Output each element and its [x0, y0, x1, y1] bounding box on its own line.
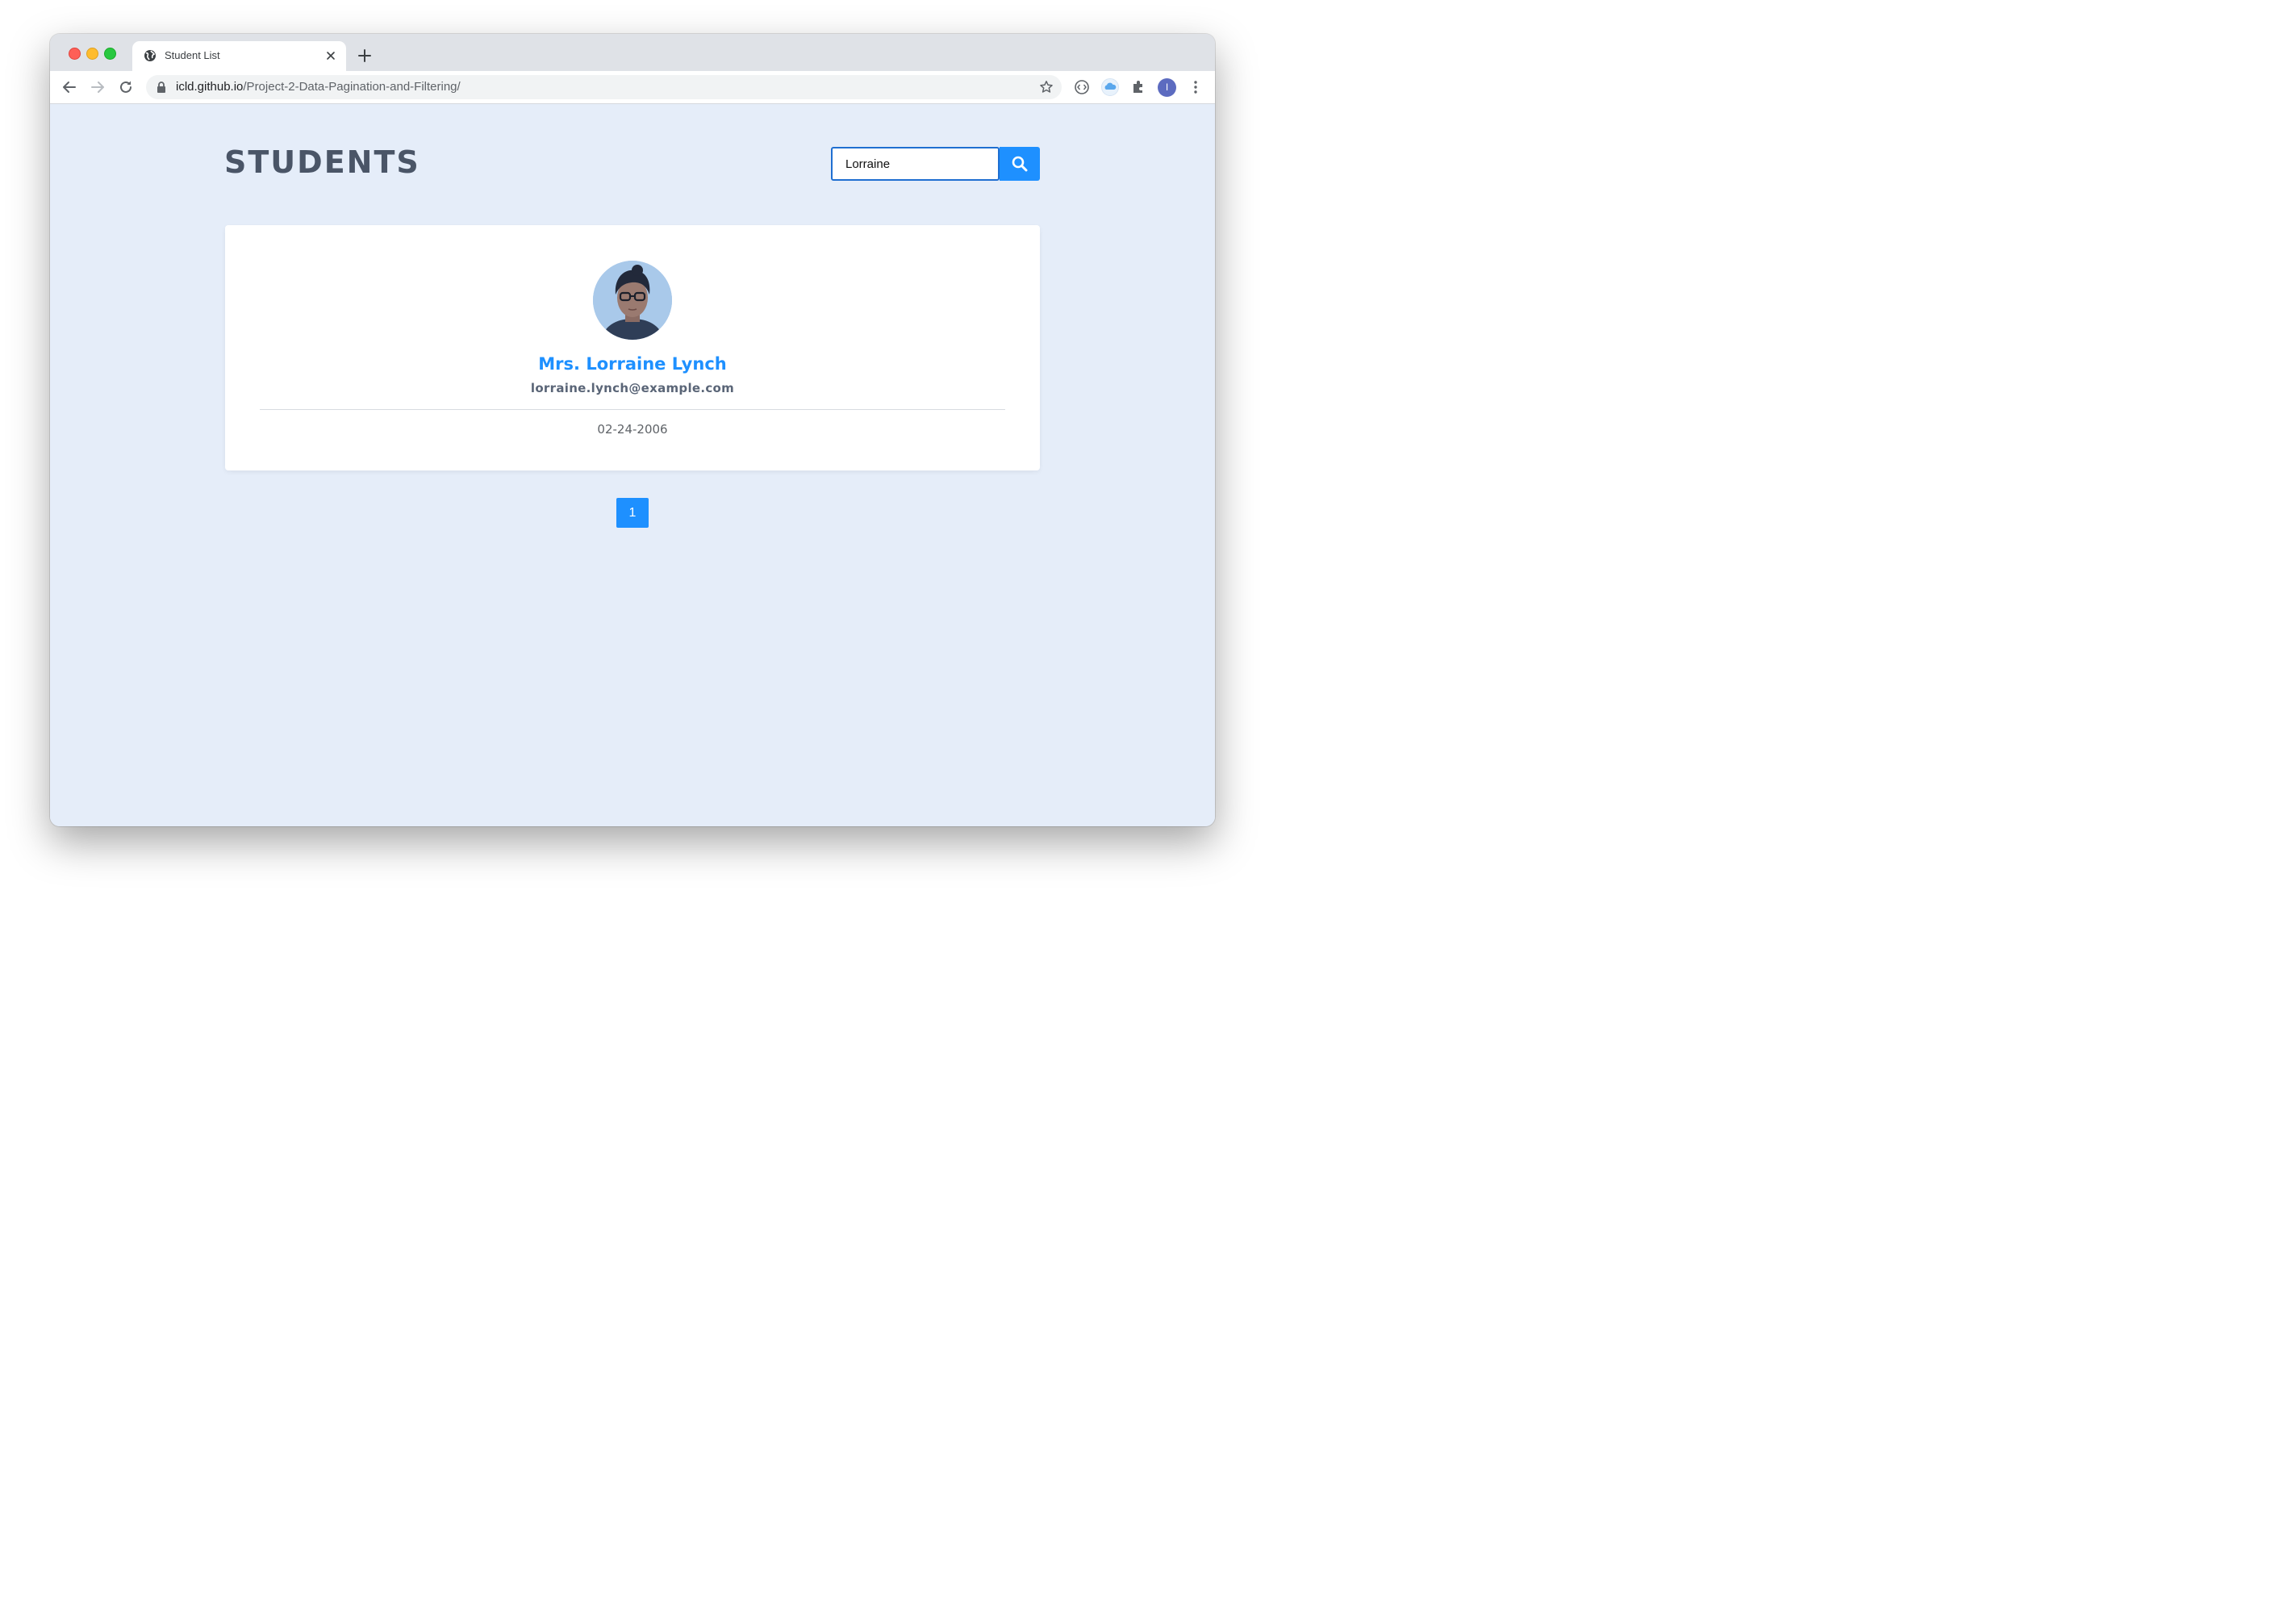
- minimize-window-button[interactable]: [86, 48, 98, 60]
- student-joined-date: 02-24-2006: [597, 422, 668, 437]
- title-bar: Student List: [50, 34, 1215, 71]
- page-content: STUDENTS Lorraine Mrs. Lorraine Lynch lo…: [50, 104, 1215, 826]
- search-button[interactable]: [1000, 147, 1040, 181]
- student-card: Mrs. Lorraine Lynch lorraine.lynch@examp…: [225, 225, 1040, 470]
- card-divider: [260, 409, 1005, 410]
- page-title: STUDENTS: [224, 144, 420, 180]
- student-name: Mrs. Lorraine Lynch: [538, 354, 727, 374]
- star-icon[interactable]: [1039, 80, 1054, 94]
- puzzle-icon[interactable]: [1129, 78, 1147, 96]
- profile-avatar[interactable]: I: [1158, 78, 1176, 97]
- cloud-icon[interactable]: [1101, 78, 1119, 96]
- browser-tab[interactable]: Student List: [132, 41, 346, 71]
- globe-icon: [144, 50, 156, 61]
- search-form: [831, 147, 1040, 181]
- tab-title: Student List: [165, 49, 220, 61]
- arrow-right-icon[interactable]: [90, 79, 106, 95]
- lock-icon: [157, 82, 165, 93]
- close-window-button[interactable]: [69, 48, 81, 60]
- search-input[interactable]: [831, 147, 1000, 181]
- student-avatar: [593, 261, 672, 340]
- code-circle-icon[interactable]: [1073, 78, 1091, 96]
- url-text: icld.github.io/Project-2-Data-Pagination…: [176, 80, 461, 94]
- search-icon: [1012, 156, 1028, 172]
- student-photo: [593, 261, 672, 340]
- reload-icon[interactable]: [118, 79, 134, 95]
- address-bar[interactable]: icld.github.io/Project-2-Data-Pagination…: [146, 75, 1062, 99]
- url-host: icld.github.io: [176, 80, 244, 94]
- zoom-window-button[interactable]: [104, 48, 116, 60]
- student-email: lorraine.lynch@example.com: [530, 381, 735, 395]
- plus-icon[interactable]: [357, 48, 373, 64]
- kebab-menu-icon[interactable]: [1190, 79, 1201, 95]
- close-icon[interactable]: [324, 48, 338, 63]
- page-button-1[interactable]: 1: [616, 498, 649, 528]
- pagination: 1: [616, 498, 649, 528]
- url-path: /Project-2-Data-Pagination-and-Filtering…: [243, 80, 461, 94]
- arrow-left-icon[interactable]: [61, 79, 77, 95]
- browser-toolbar: icld.github.io/Project-2-Data-Pagination…: [50, 71, 1215, 104]
- browser-window: Student List icld.github.io/Project-2-Da…: [50, 34, 1215, 826]
